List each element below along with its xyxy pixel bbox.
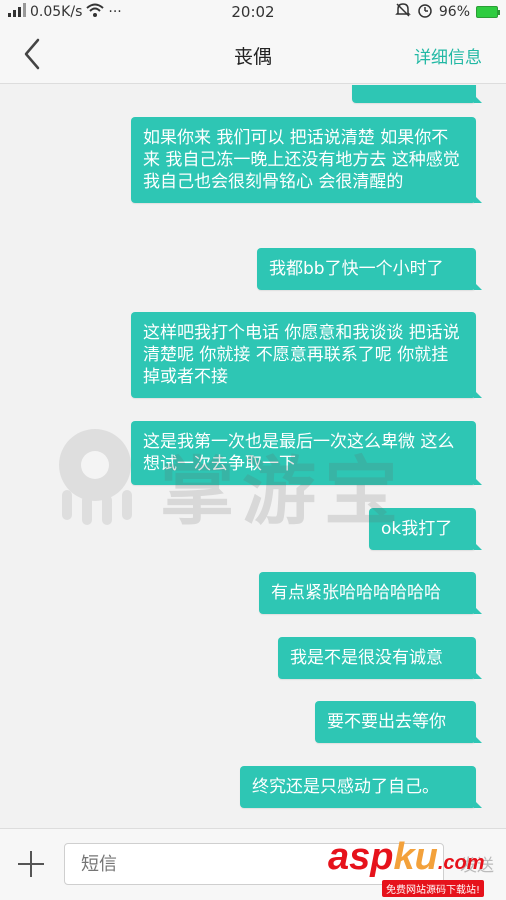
more-notifications: ··· (108, 4, 122, 20)
signal-icon (8, 3, 26, 21)
nav-bar: 丧偶 详细信息 (0, 24, 506, 84)
details-button[interactable]: 详细信息 (414, 43, 482, 68)
battery-icon (476, 6, 500, 18)
message-bubble[interactable]: 如果你来 我们可以 把话说清楚 如果你不来 我自己冻一晚上还没有地方去 这种感觉… (131, 117, 482, 203)
attach-button[interactable] (14, 847, 48, 881)
chevron-left-icon (24, 38, 40, 70)
message-bubble[interactable] (352, 85, 482, 103)
back-button[interactable] (16, 34, 56, 74)
message-bubble[interactable]: 终究还是只感动了自己。 (240, 766, 482, 808)
message-list[interactable]: 如果你来 我们可以 把话说清楚 如果你不来 我自己冻一晚上还没有地方去 这种感觉… (0, 85, 506, 828)
status-bar: 0.05K/s ··· 20:02 96% (0, 0, 506, 24)
message-bubble[interactable]: 这是我第一次也是最后一次这么卑微 这么想试一次去争取一下 (131, 421, 482, 485)
message-bubble[interactable]: 我是不是很没有诚意 (278, 637, 482, 679)
wifi-icon (86, 3, 105, 21)
message-bubble[interactable]: 有点紧张哈哈哈哈哈哈 (259, 572, 482, 614)
message-bubble[interactable]: 要不要出去等你 (315, 701, 482, 743)
battery-percent: 96% (438, 4, 470, 20)
plus-icon (18, 851, 44, 877)
send-button[interactable]: 发送 (460, 851, 494, 876)
message-bubble[interactable]: 这样吧我打个电话 你愿意和我谈谈 把话说清楚呢 你就接 不愿意再联系了呢 你就挂… (131, 312, 482, 398)
alarm-icon (417, 2, 433, 22)
message-bubble[interactable]: ok我打了 (369, 508, 482, 550)
compose-bar: 发送 (0, 828, 506, 900)
status-right: 96% (395, 2, 500, 22)
network-speed: 0.05K/s (30, 4, 83, 20)
mute-icon (395, 2, 411, 22)
sms-input[interactable] (64, 843, 444, 885)
message-bubble[interactable]: 我都bb了快一个小时了 (257, 248, 482, 290)
status-left: 0.05K/s ··· (8, 3, 122, 21)
